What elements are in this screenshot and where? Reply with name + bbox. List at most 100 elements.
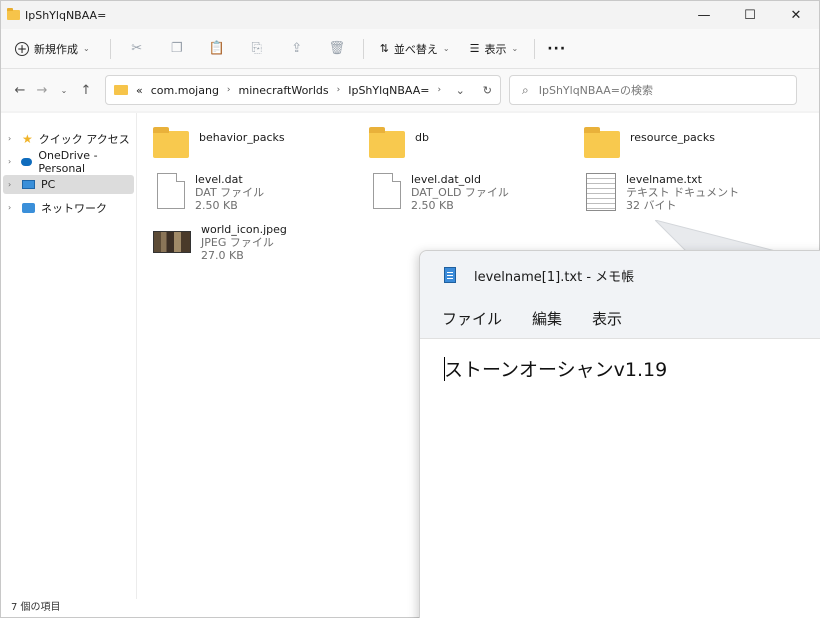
file-item-world-icon[interactable]: world_icon.jpeg JPEG ファイル 27.0 KB <box>153 223 373 262</box>
back-arrow-icon[interactable]: ← <box>9 83 31 98</box>
text-file-icon <box>586 173 616 211</box>
divider <box>534 38 536 59</box>
file-name: world_icon.jpeg <box>201 223 287 236</box>
cut-icon[interactable]: ✂ <box>117 41 157 56</box>
chevron-right-icon[interactable]: › <box>8 203 16 212</box>
notepad-menu-bar: ファイル 編集 表示 <box>420 299 820 339</box>
image-thumbnail-icon <box>153 231 191 253</box>
chevron-right-icon: › <box>226 85 231 95</box>
file-name: level.dat_old <box>411 173 481 186</box>
computer-icon <box>22 180 35 189</box>
view-label: 表示 <box>484 42 507 56</box>
search-input[interactable]: ⌕ IpShYlqNBAA=の検索 <box>509 75 797 105</box>
chevron-right-icon: › <box>437 85 442 95</box>
divider <box>362 38 364 59</box>
divider <box>109 38 111 59</box>
chevron-right-icon: › <box>336 85 341 95</box>
file-item-resource-packs[interactable]: resource_packs <box>584 127 804 158</box>
up-arrow-icon[interactable]: ↑ <box>75 83 97 98</box>
sort-label: 並べ替え <box>393 42 438 56</box>
search-placeholder: IpShYlqNBAA=の検索 <box>538 84 654 97</box>
breadcrumb-item[interactable]: IpShYlqNBAA= <box>348 84 429 97</box>
menu-view[interactable]: 表示 <box>592 308 622 329</box>
nav-item-onedrive[interactable]: › OneDrive - Personal <box>3 149 134 175</box>
notepad-window: levelname[1].txt - メモ帳 ファイル 編集 表示 ストーンオー… <box>419 250 820 618</box>
folder-icon <box>369 127 405 158</box>
document-icon <box>373 173 401 209</box>
notepad-icon <box>444 267 456 283</box>
file-name: levelname.txt <box>626 173 702 186</box>
view-button[interactable]: ☰ 表示 ⌄ <box>470 41 519 57</box>
nav-item-label: クイック アクセス <box>38 132 130 146</box>
file-item-levelname-txt[interactable]: levelname.txt テキスト ドキュメント 32 バイト <box>584 173 804 212</box>
star-icon: ★ <box>22 131 33 146</box>
notepad-content: ストーンオーシャンv1.19 <box>444 359 668 381</box>
window-title: IpShYlqNBAA= <box>25 8 107 22</box>
network-icon <box>22 202 35 213</box>
file-item-level-dat-old[interactable]: level.dat_old DAT_OLD ファイル 2.50 KB <box>369 173 589 212</box>
file-name: db <box>415 131 429 144</box>
cloud-icon <box>20 157 33 166</box>
file-type: テキスト ドキュメント <box>626 186 740 199</box>
new-button[interactable]: + 新規作成 ⌄ <box>15 41 90 57</box>
chevron-down-icon: ⌄ <box>511 44 519 53</box>
menu-file[interactable]: ファイル <box>442 308 502 329</box>
nav-item-quick-access[interactable]: › ★ クイック アクセス <box>3 129 134 148</box>
file-size: 2.50 KB <box>195 199 238 212</box>
title-bar: IpShYlqNBAA= — ☐ ✕ <box>1 1 819 29</box>
file-size: 2.50 KB <box>411 199 454 212</box>
forward-arrow-icon[interactable]: → <box>31 83 53 98</box>
chevron-right-icon[interactable]: › <box>8 180 16 189</box>
sort-button[interactable]: ⇅ 並べ替え ⌄ <box>380 41 450 57</box>
copy-icon[interactable]: ❐ <box>157 41 197 56</box>
recent-chevron-icon[interactable]: ⌄ <box>53 86 75 95</box>
nav-item-network[interactable]: › ネットワーク <box>3 198 134 217</box>
address-dropdown-icon[interactable]: ⌄ <box>456 84 465 97</box>
folder-icon <box>153 127 189 158</box>
chevron-right-icon[interactable]: › <box>8 157 15 166</box>
file-name: level.dat <box>195 173 243 186</box>
folder-icon <box>7 8 20 20</box>
document-icon <box>157 173 185 209</box>
refresh-icon[interactable]: ↻ <box>483 84 492 97</box>
breadcrumb-item[interactable]: com.mojang <box>151 84 219 97</box>
notepad-title-bar: levelname[1].txt - メモ帳 <box>420 251 820 299</box>
status-bar: 7 個の項目 <box>11 602 61 613</box>
navigation-pane: › ★ クイック アクセス › OneDrive - Personal › PC… <box>1 113 137 599</box>
notepad-text-area[interactable]: ストーンオーシャンv1.19 <box>420 339 820 618</box>
breadcrumb-item[interactable]: minecraftWorlds <box>239 84 329 97</box>
paste-icon[interactable]: 📋 <box>197 41 237 56</box>
search-icon: ⌕ <box>522 82 529 97</box>
file-type: DAT ファイル <box>195 186 265 199</box>
chevron-right-icon[interactable]: › <box>8 134 16 143</box>
file-type: JPEG ファイル <box>201 236 274 249</box>
nav-item-pc[interactable]: › PC <box>3 175 134 194</box>
breadcrumb-overflow[interactable]: « <box>136 84 143 97</box>
chevron-down-icon: ⌄ <box>83 44 90 53</box>
file-size: 32 バイト <box>626 199 677 212</box>
file-item-db[interactable]: db <box>369 127 589 158</box>
nav-item-label: PC <box>41 178 56 191</box>
view-icon: ☰ <box>469 42 480 55</box>
file-item-level-dat[interactable]: level.dat DAT ファイル 2.50 KB <box>153 173 373 212</box>
share-icon[interactable]: ⇪ <box>277 41 317 56</box>
file-type: DAT_OLD ファイル <box>411 186 509 199</box>
nav-item-label: ネットワーク <box>41 201 107 215</box>
folder-icon <box>114 85 128 95</box>
nav-item-label: OneDrive - Personal <box>38 148 98 175</box>
delete-icon[interactable]: 🗑 <box>317 41 357 56</box>
rename-icon[interactable]: ⎘ <box>237 41 277 56</box>
chevron-down-icon: ⌄ <box>442 44 450 53</box>
window-controls: — ☐ ✕ <box>681 1 819 29</box>
close-button[interactable]: ✕ <box>773 1 819 29</box>
more-options-button[interactable]: ··· <box>547 41 566 57</box>
address-row: ← → ⌄ ↑ « com.mojang › minecraftWorlds ›… <box>1 69 819 111</box>
menu-edit[interactable]: 編集 <box>532 308 562 329</box>
address-bar[interactable]: « com.mojang › minecraftWorlds › IpShYlq… <box>105 75 501 105</box>
minimize-button[interactable]: — <box>681 1 727 29</box>
plus-icon: + <box>15 41 29 56</box>
file-item-behavior-packs[interactable]: behavior_packs <box>153 127 373 158</box>
notepad-title: levelname[1].txt - メモ帳 <box>474 269 635 285</box>
command-bar: + 新規作成 ⌄ ✂ ❐ 📋 ⎘ ⇪ 🗑 ⇅ 並べ替え ⌄ ☰ 表示 ⌄ ··· <box>1 29 819 69</box>
maximize-button[interactable]: ☐ <box>727 1 773 29</box>
